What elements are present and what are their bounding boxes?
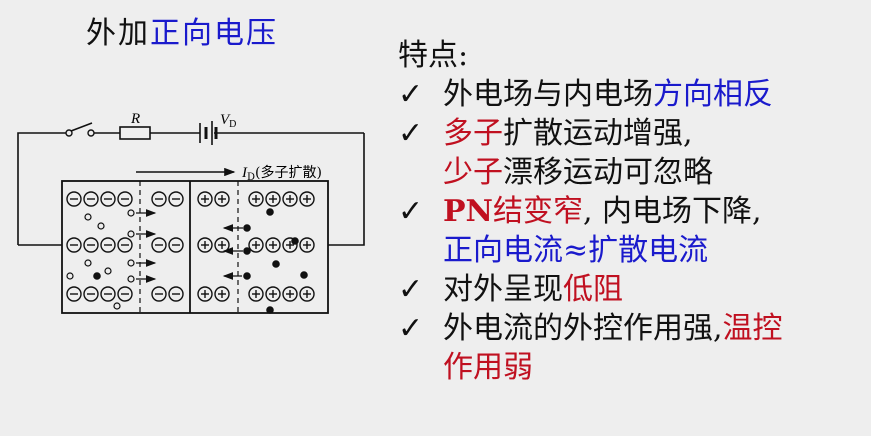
check-icon: ✓ bbox=[398, 77, 424, 112]
hole bbox=[84, 213, 92, 221]
hole bbox=[127, 230, 135, 238]
electron bbox=[243, 247, 251, 255]
hole bbox=[84, 259, 92, 267]
electron bbox=[243, 224, 251, 232]
hole bbox=[113, 302, 121, 310]
check-icon: ✓ bbox=[398, 272, 424, 307]
battery bbox=[199, 121, 218, 145]
electron bbox=[300, 271, 308, 279]
battery-label: VD bbox=[220, 112, 236, 130]
hole bbox=[127, 209, 135, 217]
check-icon: ✓ bbox=[398, 194, 424, 229]
feature-item-3-cont: 正向电流≈扩散电流 bbox=[443, 233, 709, 268]
hole bbox=[104, 267, 112, 275]
hole bbox=[127, 259, 135, 267]
check-icon: ✓ bbox=[398, 116, 424, 151]
hole bbox=[97, 222, 105, 230]
electron bbox=[243, 272, 251, 280]
feature-item-2: ✓ 多子扩散运动增强, bbox=[398, 116, 693, 151]
resistor-label: R bbox=[130, 111, 140, 127]
feature-item-4: ✓ 对外呈现低阻 bbox=[398, 272, 623, 307]
switch bbox=[65, 122, 95, 137]
feature-list: 特点: ✓ 外电场与内电场方向相反 ✓ 多子扩散运动增强, 少子漂移运动可忽略 ✓ P… bbox=[398, 36, 783, 387]
electron bbox=[291, 237, 299, 245]
feature-heading: 特点: bbox=[398, 38, 469, 73]
electron bbox=[93, 272, 101, 280]
check-icon: ✓ bbox=[398, 311, 424, 346]
feature-item-2-cont: 少子漂移运动可忽略 bbox=[443, 155, 713, 190]
feature-item-1: ✓ 外电场与内电场方向相反 bbox=[398, 77, 773, 112]
feature-item-3: ✓ PN结变窄, 内电场下降, bbox=[398, 194, 762, 229]
resistor bbox=[119, 126, 151, 140]
feature-item-5: ✓ 外电流的外控作用强,温控 bbox=[398, 311, 783, 346]
electron bbox=[266, 208, 274, 216]
hole bbox=[127, 275, 135, 283]
electron bbox=[266, 306, 274, 314]
electron bbox=[272, 260, 280, 268]
feature-item-5-cont: 作用弱 bbox=[443, 350, 533, 385]
hole bbox=[66, 272, 74, 280]
